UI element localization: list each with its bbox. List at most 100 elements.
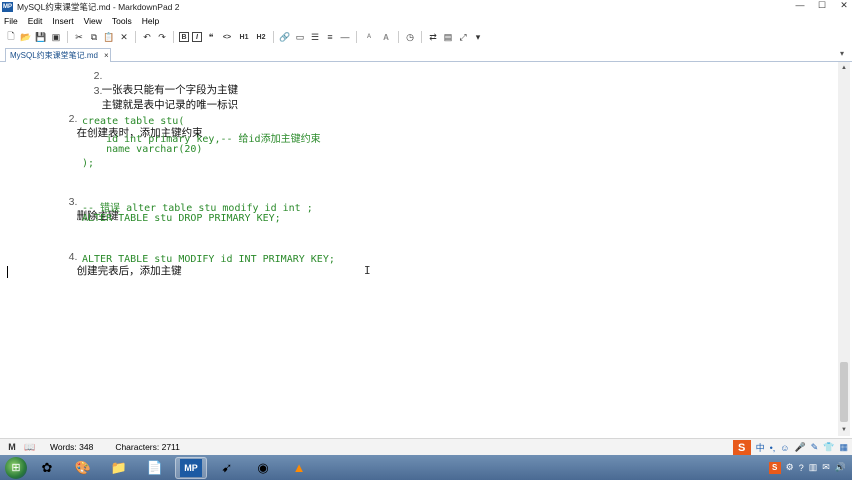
toolbar-separator [398,31,399,43]
tray-volume-icon[interactable]: 🔊 [835,462,846,473]
markdown-mode-icon[interactable]: M [6,441,18,453]
scroll-up-icon[interactable]: ▲ [838,62,850,74]
ime-chinese-mode[interactable]: 中 [756,441,765,454]
ime-punctuation-icon[interactable]: •, [770,443,776,453]
tab-list-dropdown-icon[interactable]: ▾ [840,49,844,58]
list-number: 3. [68,196,78,208]
vlc-icon[interactable]: ▲ [283,457,315,479]
menu-bar: File Edit Insert View Tools Help [0,14,852,28]
close-button[interactable]: ✕ [838,0,850,11]
italic-button[interactable]: I [192,32,202,42]
toolbar-separator [421,31,422,43]
code-line: ALTER TABLE stu DROP PRIMARY KEY; [82,213,281,224]
ime-grid-icon[interactable]: ▦ [839,442,848,453]
menu-insert[interactable]: Insert [52,16,73,26]
code-line: create table stu( [82,116,185,127]
preview-split-icon[interactable]: ▤ [442,31,454,43]
ime-toolbar: S 中 •, ☺ 🎤 ✎ 👕 ▦ [732,439,848,456]
ime-emoji-icon[interactable]: ☺ [780,443,789,453]
book-icon[interactable]: 📖 [24,441,36,453]
word-count: Words: 348 [50,442,94,452]
list-number: 3. [93,85,103,97]
vertical-scrollbar[interactable]: ▲ ▼ [838,62,850,436]
ime-clothes-icon[interactable]: 👕 [823,442,834,453]
list-text: 创建完表后，添加主键 [76,265,182,277]
taskbar-app-icon[interactable]: ✿ [31,457,63,479]
tray-settings-icon[interactable]: ⚙ [786,462,794,473]
tray-help-icon[interactable]: ? [799,463,804,473]
preview-open-icon[interactable]: ⤢ [457,31,469,43]
ime-voice-icon[interactable]: 🎤 [795,442,806,453]
taskbar-app-icon[interactable]: 🎨 [67,457,99,479]
markdown-editor[interactable]: 2. 一张表只能有一个字段为主键 3. 主键就是表中记录的唯一标识 2. 在创建… [4,62,838,436]
image-icon[interactable]: ▭ [294,31,306,43]
code-line: ); [82,158,95,169]
ordered-list-icon[interactable]: ≡ [324,31,336,43]
cut-icon[interactable]: ✂ [73,31,85,43]
menu-file[interactable]: File [4,16,18,26]
scrollbar-thumb[interactable] [840,362,848,422]
list-number: 2. [68,113,78,125]
save-all-icon[interactable]: ▣ [50,31,62,43]
redo-icon[interactable]: ↷ [156,31,168,43]
pdf-reader-icon[interactable]: 📄 [139,457,171,479]
taskbar: ⊞ ✿ 🎨 📁 📄 MP ➹ ◉ ▲ S ⚙ ? ▥ ✉ 🔊 [0,455,852,480]
app-icon: MP [2,2,13,12]
unordered-list-icon[interactable]: ☰ [309,31,321,43]
save-icon[interactable]: 💾 [35,31,47,43]
toolbar-separator [67,31,68,43]
bold-button[interactable]: B [179,32,189,42]
mouse-ibeam-icon: I [364,264,371,277]
character-count: Characters: 2711 [115,442,180,452]
quote-icon[interactable]: ❝ [205,31,217,43]
scroll-down-icon[interactable]: ▼ [838,424,850,436]
link-icon[interactable]: 🔗 [279,31,291,43]
menu-view[interactable]: View [84,16,102,26]
toolbar-separator [356,31,357,43]
h2-button[interactable]: H2 [254,31,268,43]
tray-sogou-icon[interactable]: S [768,461,781,474]
code-line: ALTER TABLE stu MODIFY id INT PRIMARY KE… [82,254,335,265]
document-tab-label: MySQL约束课堂笔记.md [10,51,99,60]
markdownpad-taskbar-button[interactable]: MP [175,456,207,479]
code-line: -- 错误 alter table stu modify id int ; [82,203,313,214]
horizontal-rule-icon[interactable]: — [339,31,351,43]
ime-pen-icon[interactable]: ✎ [811,442,819,453]
minimize-button[interactable]: — [794,0,806,11]
menu-tools[interactable]: Tools [112,16,132,26]
code-button[interactable]: <> [220,31,234,43]
font-larger-button[interactable]: A [379,31,393,43]
status-bar: M 📖 Words: 348 Characters: 2711 S 中 •, ☺… [0,438,852,455]
markdownpad-icon: MP [180,458,202,477]
document-tab[interactable]: MySQL约束课堂笔记.md × [5,48,111,62]
delete-icon[interactable]: ✕ [118,31,130,43]
menu-edit[interactable]: Edit [28,16,43,26]
timestamp-icon[interactable]: ◷ [404,31,416,43]
title-bar: MP MySQL约束课堂笔记.md - MarkdownPad 2 — ☐ ✕ [0,0,852,14]
menu-help[interactable]: Help [142,16,159,26]
file-explorer-icon[interactable]: 📁 [103,457,135,479]
window-title: MySQL约束课堂笔记.md - MarkdownPad 2 [17,2,180,12]
tray-chat-icon[interactable]: ✉ [822,462,830,473]
font-smaller-button[interactable]: A [362,31,376,43]
new-file-icon[interactable]: 🗋 [5,31,17,43]
tray-network-icon[interactable]: ▥ [809,462,818,473]
close-tab-icon[interactable]: × [104,51,109,60]
maximize-button[interactable]: ☐ [816,0,828,11]
taskbar-app-icon[interactable]: ➹ [211,457,243,479]
h1-button[interactable]: H1 [237,31,251,43]
toolbar-separator [135,31,136,43]
undo-icon[interactable]: ↶ [141,31,153,43]
list-number: 4. [68,251,78,263]
toolbar-separator [173,31,174,43]
open-folder-icon[interactable]: 📂 [20,31,32,43]
paste-icon[interactable]: 📋 [103,31,115,43]
start-orb-icon[interactable]: ⊞ [5,456,27,479]
chrome-icon[interactable]: ◉ [247,457,279,479]
sogou-ime-icon[interactable]: S [732,440,751,455]
toolbar-overflow-icon[interactable]: ▾ [472,31,484,43]
window-controls: — ☐ ✕ [794,0,850,11]
tab-strip: MySQL约束课堂笔记.md × ▾ [0,47,852,62]
preview-toggle-icon[interactable]: ⇄ [427,31,439,43]
copy-icon[interactable]: ⧉ [88,31,100,43]
